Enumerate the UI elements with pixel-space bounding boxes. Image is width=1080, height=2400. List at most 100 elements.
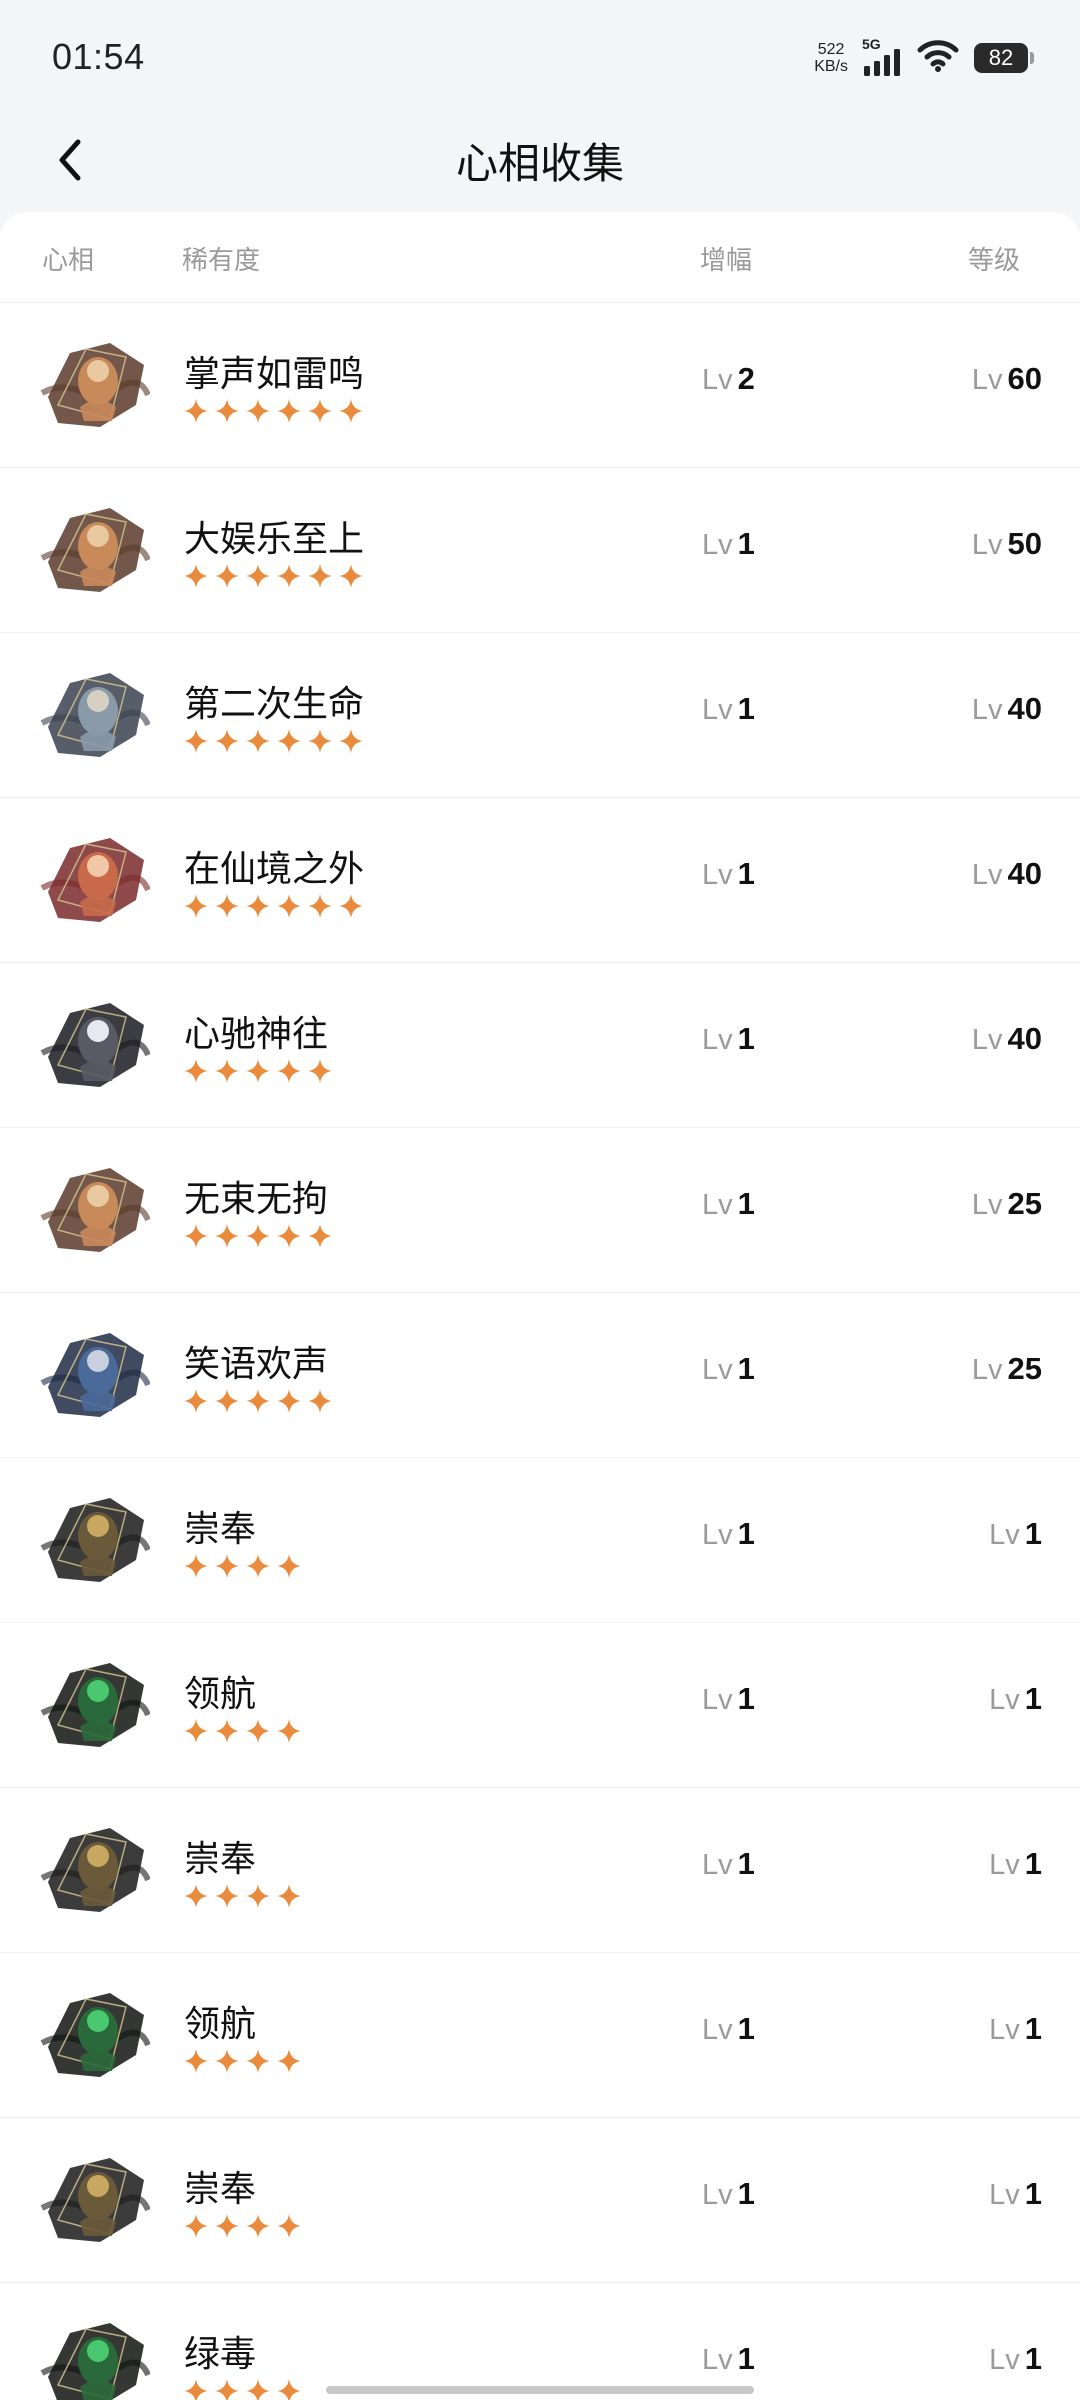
lv-prefix: Lv — [971, 364, 1003, 396]
item-level: Lv 25 — [972, 1351, 1042, 1387]
rarity-stars — [184, 1884, 301, 1908]
lv-prefix: Lv — [702, 2179, 733, 2211]
avatar[interactable] — [40, 2315, 151, 2400]
level-value: 25 — [1007, 1351, 1042, 1386]
list-item[interactable]: 领航 Lv 1 Lv 1 — [0, 1623, 1080, 1788]
item-name: 崇奉 — [184, 1839, 257, 1880]
star-icon — [246, 1884, 270, 1908]
item-level: Lv 40 — [972, 1021, 1042, 1057]
star-icon — [339, 399, 363, 423]
boost-level: Lv 1 — [702, 691, 755, 727]
avatar[interactable] — [40, 995, 151, 1095]
item-level: Lv 1 — [989, 2011, 1042, 2047]
boost-value: 1 — [737, 1846, 755, 1881]
list-item[interactable]: 崇奉 Lv 1 Lv 1 — [0, 2118, 1080, 2283]
lv-prefix: Lv — [989, 1684, 1020, 1716]
item-level: Lv 50 — [972, 526, 1042, 562]
status-icons: 522 KB/s 5G 82 — [814, 36, 1034, 80]
lv-prefix: Lv — [989, 2179, 1020, 2211]
star-icon — [277, 564, 301, 588]
list-item[interactable]: 笑语欢声 Lv 1 Lv 25 — [0, 1293, 1080, 1458]
list-item[interactable]: 大娱乐至上 Lv 1 Lv 50 — [0, 468, 1080, 633]
rarity-stars — [184, 1554, 301, 1578]
list-item[interactable]: 掌声如雷鸣 Lv 2 Lv 60 — [0, 303, 1080, 468]
star-icon — [184, 1884, 208, 1908]
lv-prefix: Lv — [989, 2014, 1020, 2046]
avatar[interactable] — [40, 2150, 151, 2250]
rarity-stars — [184, 2379, 301, 2400]
avatar[interactable] — [40, 1985, 151, 2085]
lv-prefix: Lv — [702, 364, 733, 396]
star-icon — [277, 2214, 301, 2238]
star-icon — [184, 894, 208, 918]
rarity-stars — [184, 2049, 301, 2073]
boost-value: 2 — [737, 361, 755, 396]
battery-icon: 82 — [974, 43, 1034, 73]
list-item[interactable]: 在仙境之外 Lv 1 Lv 40 — [0, 798, 1080, 963]
avatar[interactable] — [40, 830, 151, 930]
avatar[interactable] — [40, 665, 151, 765]
avatar[interactable] — [40, 1490, 151, 1590]
star-icon — [215, 1389, 239, 1413]
star-icon — [215, 1224, 239, 1248]
level-value: 1 — [1024, 2341, 1042, 2376]
status-bar: 01:54 522 KB/s 5G 82 — [0, 0, 1080, 110]
level-value: 1 — [1024, 1516, 1042, 1551]
avatar[interactable] — [40, 1160, 151, 1260]
star-icon — [308, 1059, 332, 1083]
boost-level: Lv 1 — [702, 1516, 755, 1552]
item-name: 笑语欢声 — [184, 1344, 329, 1385]
list-item[interactable]: 崇奉 Lv 1 Lv 1 — [0, 1788, 1080, 1953]
level-value: 25 — [1007, 1186, 1042, 1221]
boost-level: Lv 2 — [702, 361, 755, 397]
rarity-stars — [184, 2214, 301, 2238]
star-icon — [246, 1389, 270, 1413]
star-icon — [184, 1719, 208, 1743]
star-icon — [215, 2379, 239, 2400]
boost-level: Lv 1 — [702, 2011, 755, 2047]
level-value: 50 — [1007, 526, 1042, 561]
avatar[interactable] — [40, 335, 151, 435]
lv-prefix: Lv — [971, 1024, 1003, 1056]
boost-value: 1 — [737, 1681, 755, 1716]
rarity-stars — [184, 1224, 332, 1248]
list-item[interactable]: 心驰神往 Lv 1 Lv 40 — [0, 963, 1080, 1128]
boost-level: Lv 1 — [702, 526, 755, 562]
star-icon — [215, 1554, 239, 1578]
boost-value: 1 — [737, 2341, 755, 2376]
star-icon — [246, 2049, 270, 2073]
avatar[interactable] — [40, 1325, 151, 1425]
lv-prefix: Lv — [702, 1684, 733, 1716]
star-icon — [246, 1059, 270, 1083]
boost-level: Lv 1 — [702, 1021, 755, 1057]
page-title: 心相收集 — [455, 139, 624, 188]
home-indicator[interactable] — [326, 2386, 754, 2394]
level-value: 1 — [1024, 1681, 1042, 1716]
item-name: 第二次生命 — [184, 684, 365, 725]
star-icon — [184, 2049, 208, 2073]
star-icon — [308, 729, 332, 753]
header-avatar: 心相 — [42, 246, 95, 276]
wifi-icon — [916, 38, 960, 78]
list-item[interactable]: 无束无拘 Lv 1 Lv 25 — [0, 1128, 1080, 1293]
rarity-stars — [184, 1389, 332, 1413]
nav-bar: 心相收集 — [0, 110, 1080, 210]
star-icon — [184, 729, 208, 753]
lv-prefix: Lv — [971, 1354, 1003, 1386]
star-icon — [277, 1719, 301, 1743]
list-item[interactable]: 绿毒 Lv 1 Lv 1 — [0, 2283, 1080, 2400]
star-icon — [184, 564, 208, 588]
list-item[interactable]: 第二次生命 Lv 1 Lv 40 — [0, 633, 1080, 798]
list-item[interactable]: 崇奉 Lv 1 Lv 1 — [0, 1458, 1080, 1623]
star-icon — [277, 729, 301, 753]
star-icon — [246, 564, 270, 588]
lv-prefix: Lv — [989, 2344, 1020, 2376]
star-icon — [215, 1884, 239, 1908]
boost-level: Lv 1 — [702, 1846, 755, 1882]
avatar[interactable] — [40, 1820, 151, 1920]
star-icon — [277, 1554, 301, 1578]
avatar[interactable] — [40, 500, 151, 600]
avatar[interactable] — [40, 1655, 151, 1755]
rarity-stars — [184, 1719, 301, 1743]
list-item[interactable]: 领航 Lv 1 Lv 1 — [0, 1953, 1080, 2118]
